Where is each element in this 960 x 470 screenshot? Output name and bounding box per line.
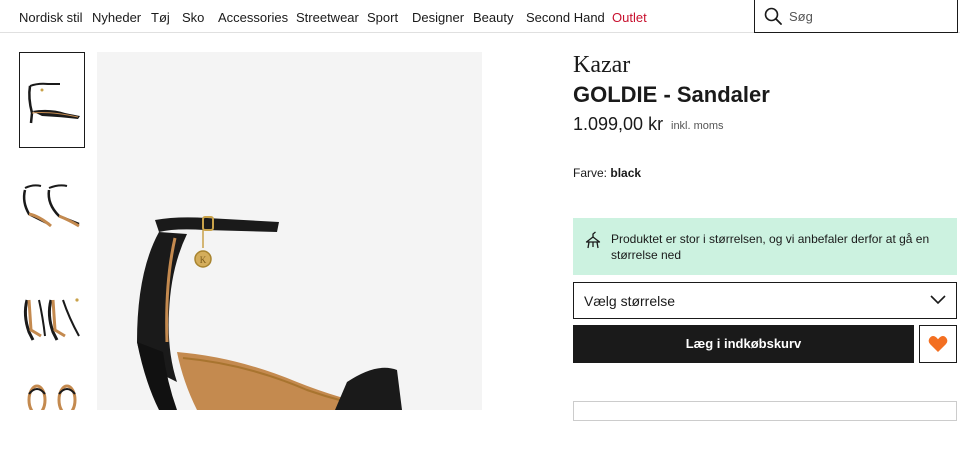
nav-item-sko[interactable]: Sko (182, 10, 204, 25)
size-select-label: Vælg størrelse (584, 293, 676, 309)
nav-item-accessories[interactable]: Accessories (218, 10, 288, 25)
next-section-box (573, 401, 957, 421)
nav-item-outlet[interactable]: Outlet (612, 10, 647, 25)
add-to-cart-button[interactable]: Læg i indkøbskurv (573, 325, 914, 363)
size-select[interactable]: Vælg størrelse (573, 282, 957, 319)
color-row: Farve: black (573, 166, 641, 180)
product-main-image[interactable]: K (97, 52, 482, 410)
nav-item-designer[interactable]: Designer (412, 10, 464, 25)
svg-text:K: K (200, 255, 207, 265)
search-box[interactable] (754, 0, 958, 33)
nav-item-streetwear[interactable]: Streetwear (296, 10, 359, 25)
fit-notice: Produktet er stor i størrelsen, og vi an… (573, 218, 957, 275)
sandal-side-thumbnail-image (28, 82, 80, 124)
chevron-down-icon (930, 295, 946, 305)
thumbnail-3[interactable] (19, 270, 85, 366)
sandal-back-thumbnail-image (23, 298, 80, 341)
product-brand[interactable]: Kazar (573, 52, 630, 79)
search-input[interactable] (789, 6, 949, 26)
search-icon[interactable] (764, 7, 782, 25)
hanger-icon (585, 231, 601, 249)
color-label: Farve: (573, 166, 608, 180)
nav-item-beauty[interactable]: Beauty (473, 10, 513, 25)
main-nav: Nordisk stil Nyheder Tøj Sko Accessories… (0, 0, 960, 33)
thumbnail-2[interactable] (19, 166, 85, 262)
color-value: black (610, 166, 642, 180)
sandal-pair-thumbnail-image (22, 184, 80, 228)
product-name: GOLDIE - Sandaler (573, 82, 770, 107)
thumbnail-1[interactable] (19, 52, 85, 148)
sandal-front-thumbnail-image (27, 384, 77, 410)
nav-item-second-hand[interactable]: Second Hand (526, 10, 605, 25)
sandal-side-image: K (137, 216, 402, 410)
nav-item-nordisk-stil[interactable]: Nordisk stil (19, 10, 83, 25)
vat-note: inkl. moms (671, 120, 724, 132)
nav-item-nyheder[interactable]: Nyheder (92, 10, 141, 25)
nav-item-toj[interactable]: Tøj (151, 10, 170, 25)
product-price: 1.099,00 kr (573, 114, 664, 134)
favorite-button[interactable] (919, 325, 957, 363)
fit-notice-text: Produktet er stor i størrelsen, og vi an… (611, 232, 930, 262)
nav-item-sport[interactable]: Sport (367, 10, 398, 25)
heart-icon (928, 336, 948, 352)
thumbnail-4[interactable] (19, 374, 85, 470)
